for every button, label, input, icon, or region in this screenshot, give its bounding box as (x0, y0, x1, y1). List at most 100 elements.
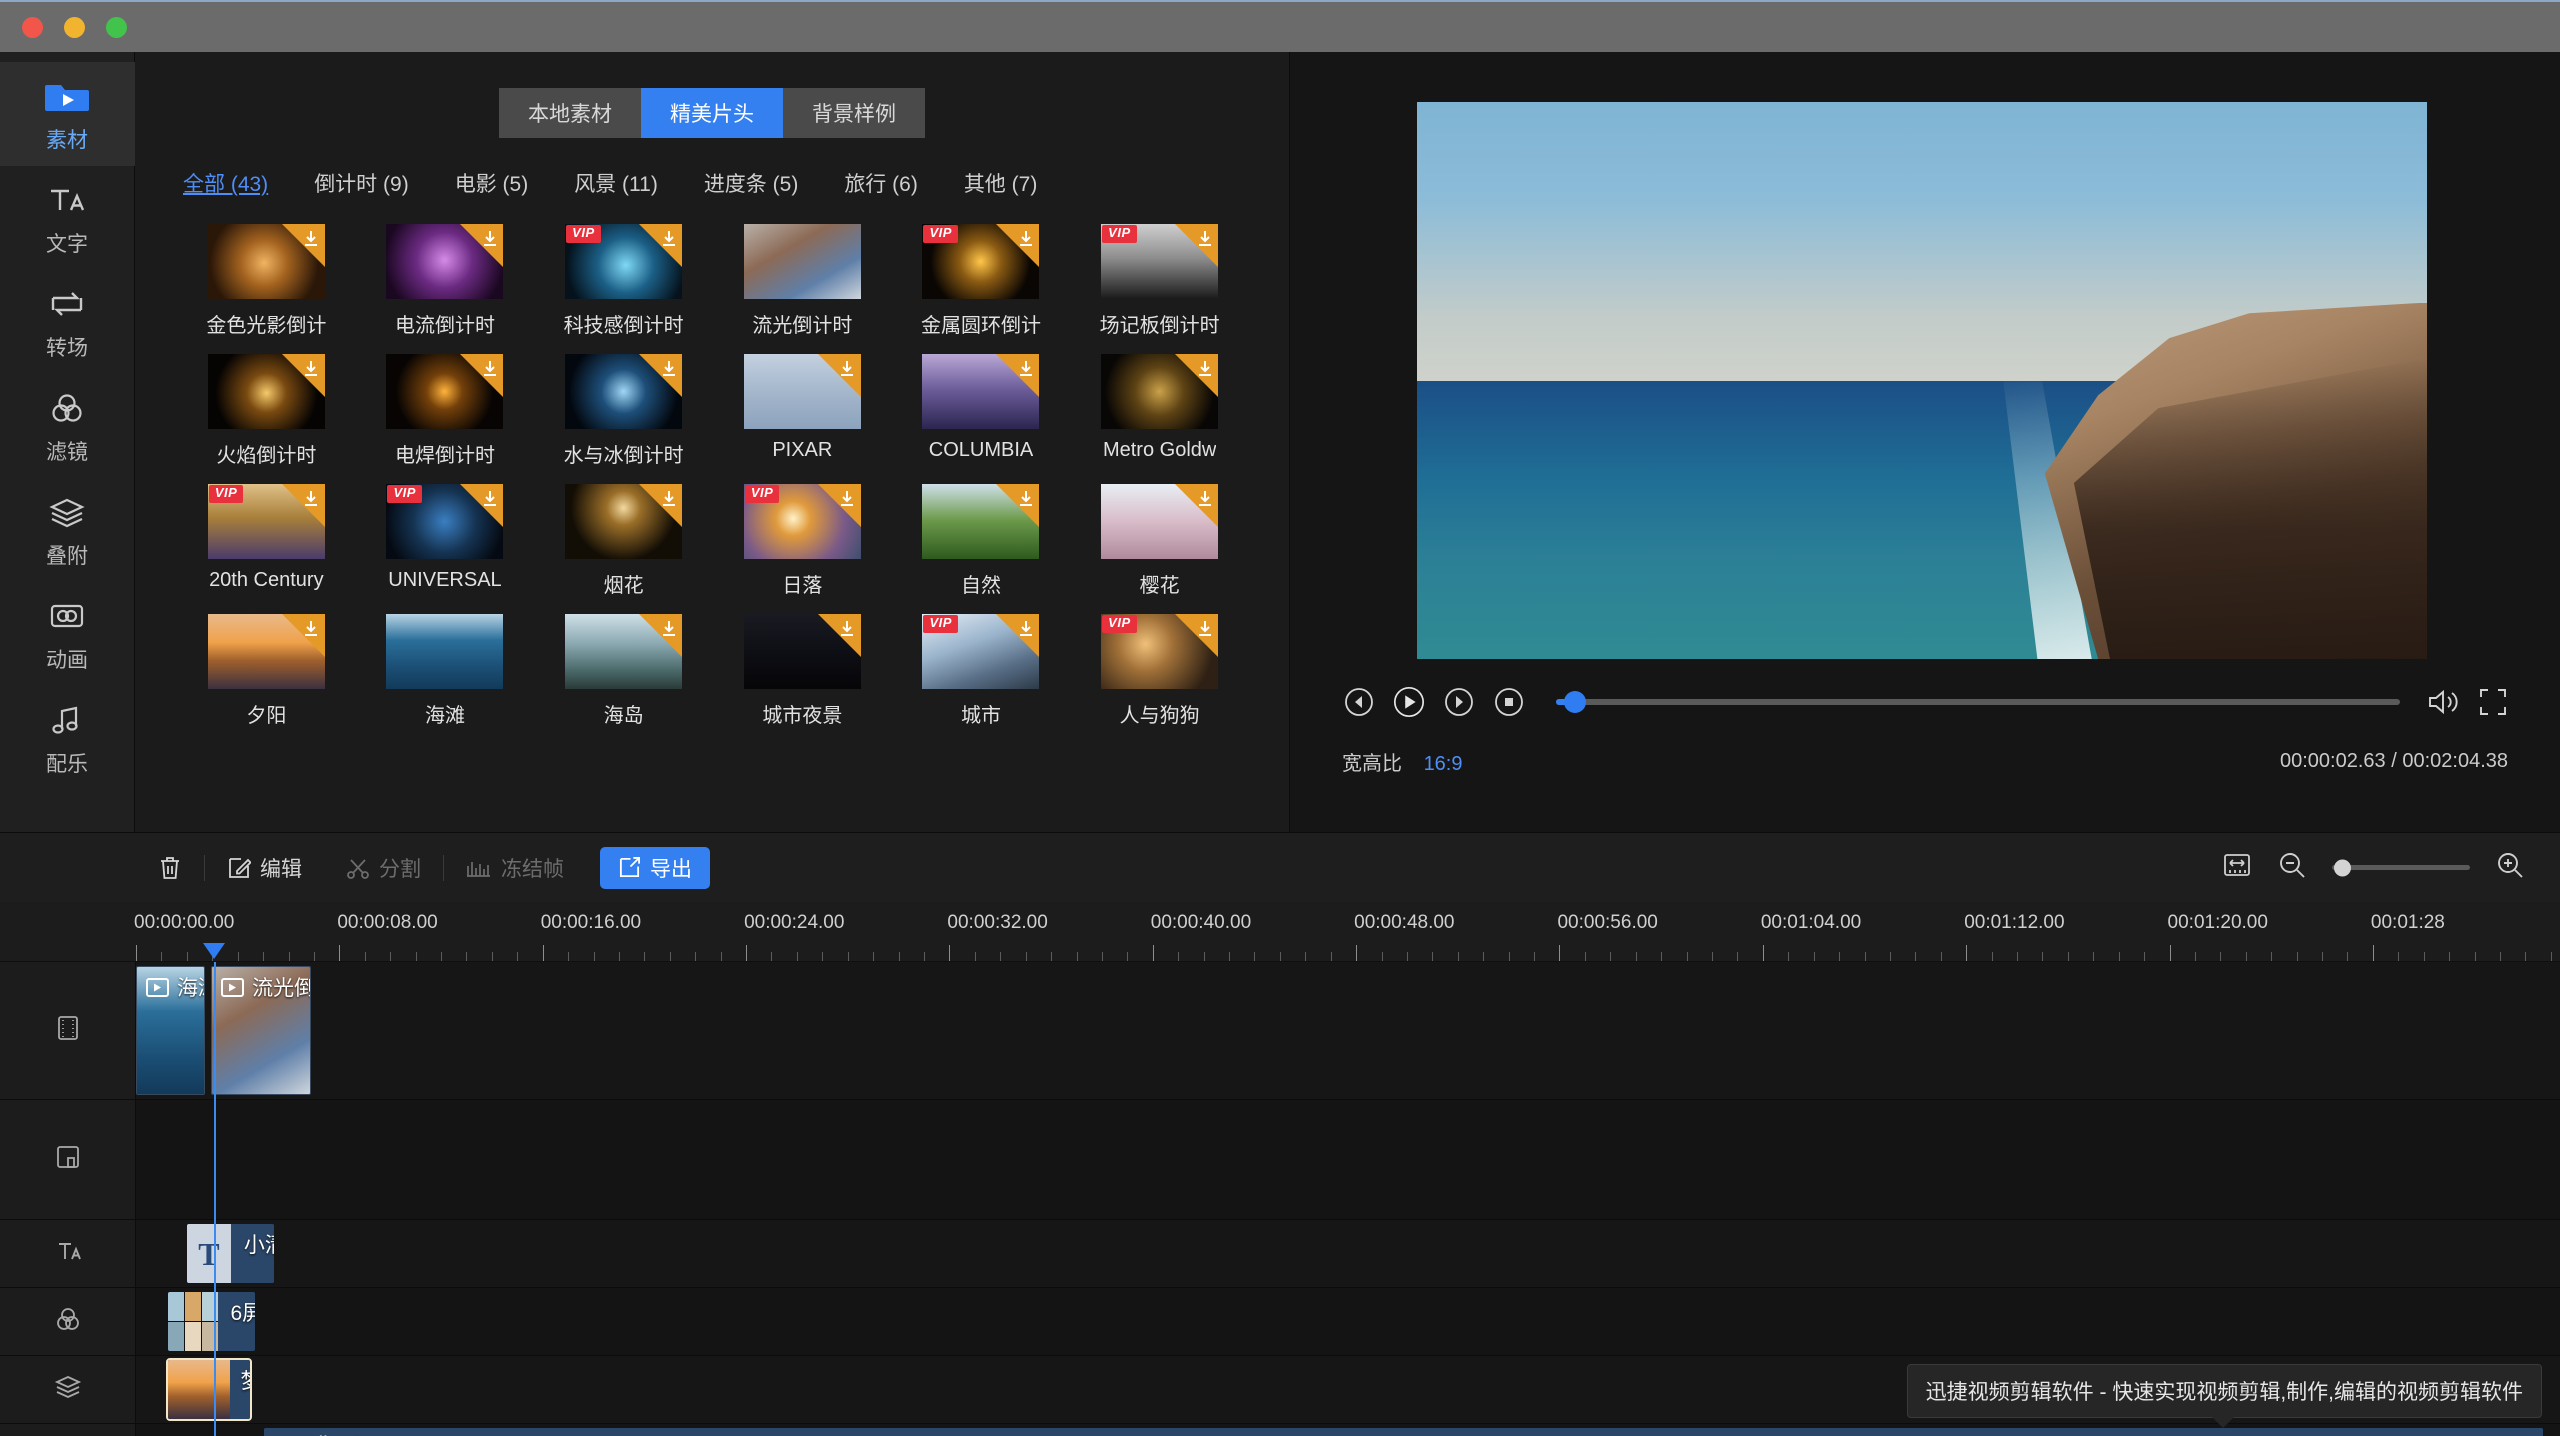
library-item[interactable]: 电焊倒计时 (356, 346, 535, 472)
library-item-thumbnail[interactable]: VIP (565, 224, 683, 299)
library-item-thumbnail[interactable] (565, 354, 683, 429)
download-icon[interactable] (1017, 619, 1034, 638)
library-item-thumbnail[interactable] (1101, 484, 1219, 559)
step-forward-button[interactable] (1442, 685, 1476, 719)
close-button[interactable] (22, 16, 43, 38)
library-item[interactable]: 樱花 (1070, 476, 1249, 602)
sidebar-item-media[interactable]: 素材 (0, 62, 135, 166)
library-item[interactable]: 流光倒计时 (713, 216, 892, 342)
library-item[interactable]: VIP 人与狗狗 (1070, 606, 1249, 732)
download-icon[interactable] (303, 619, 320, 638)
sidebar-item-filter[interactable]: 滤镜 (0, 374, 135, 478)
library-item-thumbnail[interactable] (565, 614, 683, 689)
library-item[interactable]: 电流倒计时 (356, 216, 535, 342)
zoom-in-icon[interactable] (2496, 851, 2524, 884)
fit-to-window-icon[interactable] (2222, 851, 2252, 884)
library-item-thumbnail[interactable] (922, 354, 1040, 429)
library-item[interactable]: VIP UNIVERSAL (356, 476, 535, 602)
maximize-button[interactable] (106, 16, 127, 38)
library-item[interactable]: VIP 20th Century (177, 476, 356, 602)
library-item[interactable]: VIP 科技感倒计时 (534, 216, 713, 342)
track-lane-video[interactable]: 海滩 流光倒计时 (136, 962, 2560, 1100)
library-item-thumbnail[interactable] (743, 614, 861, 689)
volume-icon[interactable] (2426, 685, 2460, 719)
video-preview[interactable] (1417, 102, 2427, 659)
category-travel[interactable]: 旅行 (6) (844, 168, 918, 198)
category-countdown[interactable]: 倒计时 (9) (314, 168, 409, 198)
library-item-thumbnail[interactable]: VIP (207, 484, 325, 559)
download-icon[interactable] (1017, 229, 1034, 248)
library-item-thumbnail[interactable] (743, 224, 861, 299)
download-icon[interactable] (1196, 359, 1213, 378)
category-scenery[interactable]: 风景 (11) (574, 168, 658, 198)
library-item[interactable]: PIXAR (713, 346, 892, 472)
split-button[interactable]: 分割 (324, 846, 443, 890)
download-icon[interactable] (1017, 489, 1034, 508)
seek-slider[interactable] (1556, 691, 2400, 713)
download-icon[interactable] (660, 489, 677, 508)
track-lane-text[interactable]: T小清 (136, 1220, 2560, 1288)
download-icon[interactable] (303, 359, 320, 378)
timeline-ruler[interactable]: 00:00:00.00 00:00:08.00 00:00:16.00 00:00:2… (0, 902, 2560, 962)
timeline-clip[interactable]: AlienSunset (264, 1428, 2544, 1436)
download-icon[interactable] (481, 359, 498, 378)
library-item[interactable]: VIP 城市 (892, 606, 1071, 732)
timeline-clip[interactable]: T小清 (186, 1224, 275, 1283)
download-icon[interactable] (481, 229, 498, 248)
track-lane-audio[interactable]: AlienSunset (136, 1424, 2560, 1436)
timeline-clip[interactable]: 6屏 (167, 1292, 255, 1351)
track-header-pip[interactable] (0, 1100, 135, 1220)
category-other[interactable]: 其他 (7) (964, 168, 1038, 198)
download-icon[interactable] (660, 229, 677, 248)
library-item[interactable]: 水与冰倒计时 (534, 346, 713, 472)
track-header-text[interactable] (0, 1220, 135, 1288)
library-item-thumbnail[interactable]: VIP (1101, 224, 1219, 299)
sidebar-item-animation[interactable]: 动画 (0, 582, 135, 686)
track-lane[interactable] (136, 1100, 2560, 1220)
track-header-film-strip[interactable] (0, 962, 135, 1100)
library-item-thumbnail[interactable] (386, 354, 504, 429)
minimize-button[interactable] (64, 16, 85, 38)
library-item[interactable]: VIP 日落 (713, 476, 892, 602)
library-item-thumbnail[interactable] (386, 224, 504, 299)
library-item[interactable]: VIP 金属圆环倒计 (892, 216, 1071, 342)
freeze-frame-button[interactable]: 冻结帧 (444, 846, 586, 890)
download-icon[interactable] (303, 229, 320, 248)
library-item-thumbnail[interactable] (386, 614, 504, 689)
timeline-clip[interactable]: 海滩 (136, 966, 206, 1095)
download-icon[interactable] (660, 359, 677, 378)
track-header-filter[interactable] (0, 1288, 135, 1356)
tab-local-media[interactable]: 本地素材 (499, 88, 641, 138)
tab-background-samples[interactable]: 背景样例 (783, 88, 925, 138)
playhead[interactable] (213, 962, 216, 1436)
track-header-overlay[interactable] (0, 1356, 135, 1424)
category-all[interactable]: 全部 (43) (183, 168, 268, 198)
library-item-thumbnail[interactable]: VIP (743, 484, 861, 559)
library-item-thumbnail[interactable] (565, 484, 683, 559)
download-icon[interactable] (839, 359, 856, 378)
stop-button[interactable] (1492, 685, 1526, 719)
sidebar-item-text[interactable]: 文字 (0, 166, 135, 270)
timeline-clip[interactable]: 流光倒计时 (211, 966, 311, 1095)
play-button[interactable] (1392, 685, 1426, 719)
library-item[interactable]: 火焰倒计时 (177, 346, 356, 472)
library-item-thumbnail[interactable] (743, 354, 861, 429)
library-item[interactable]: VIP 场记板倒计时 (1070, 216, 1249, 342)
library-item-thumbnail[interactable] (207, 224, 325, 299)
library-item[interactable]: 金色光影倒计 (177, 216, 356, 342)
library-item[interactable]: 夕阳 (177, 606, 356, 732)
category-movie[interactable]: 电影 (5) (455, 168, 529, 198)
track-header-music[interactable] (0, 1424, 135, 1436)
track-lane-overlay[interactable]: 6屏 (136, 1288, 2560, 1356)
sidebar-item-transition[interactable]: 转场 (0, 270, 135, 374)
download-icon[interactable] (839, 489, 856, 508)
library-item[interactable]: 城市夜景 (713, 606, 892, 732)
download-icon[interactable] (1017, 359, 1034, 378)
zoom-out-icon[interactable] (2278, 851, 2306, 884)
download-icon[interactable] (839, 619, 856, 638)
timeline-zoom-slider[interactable] (2332, 859, 2470, 876)
library-item[interactable]: 海滩 (356, 606, 535, 732)
library-item-thumbnail[interactable]: VIP (922, 614, 1040, 689)
export-button[interactable]: 导出 (600, 846, 710, 889)
library-item[interactable]: Metro Goldw (1070, 346, 1249, 472)
